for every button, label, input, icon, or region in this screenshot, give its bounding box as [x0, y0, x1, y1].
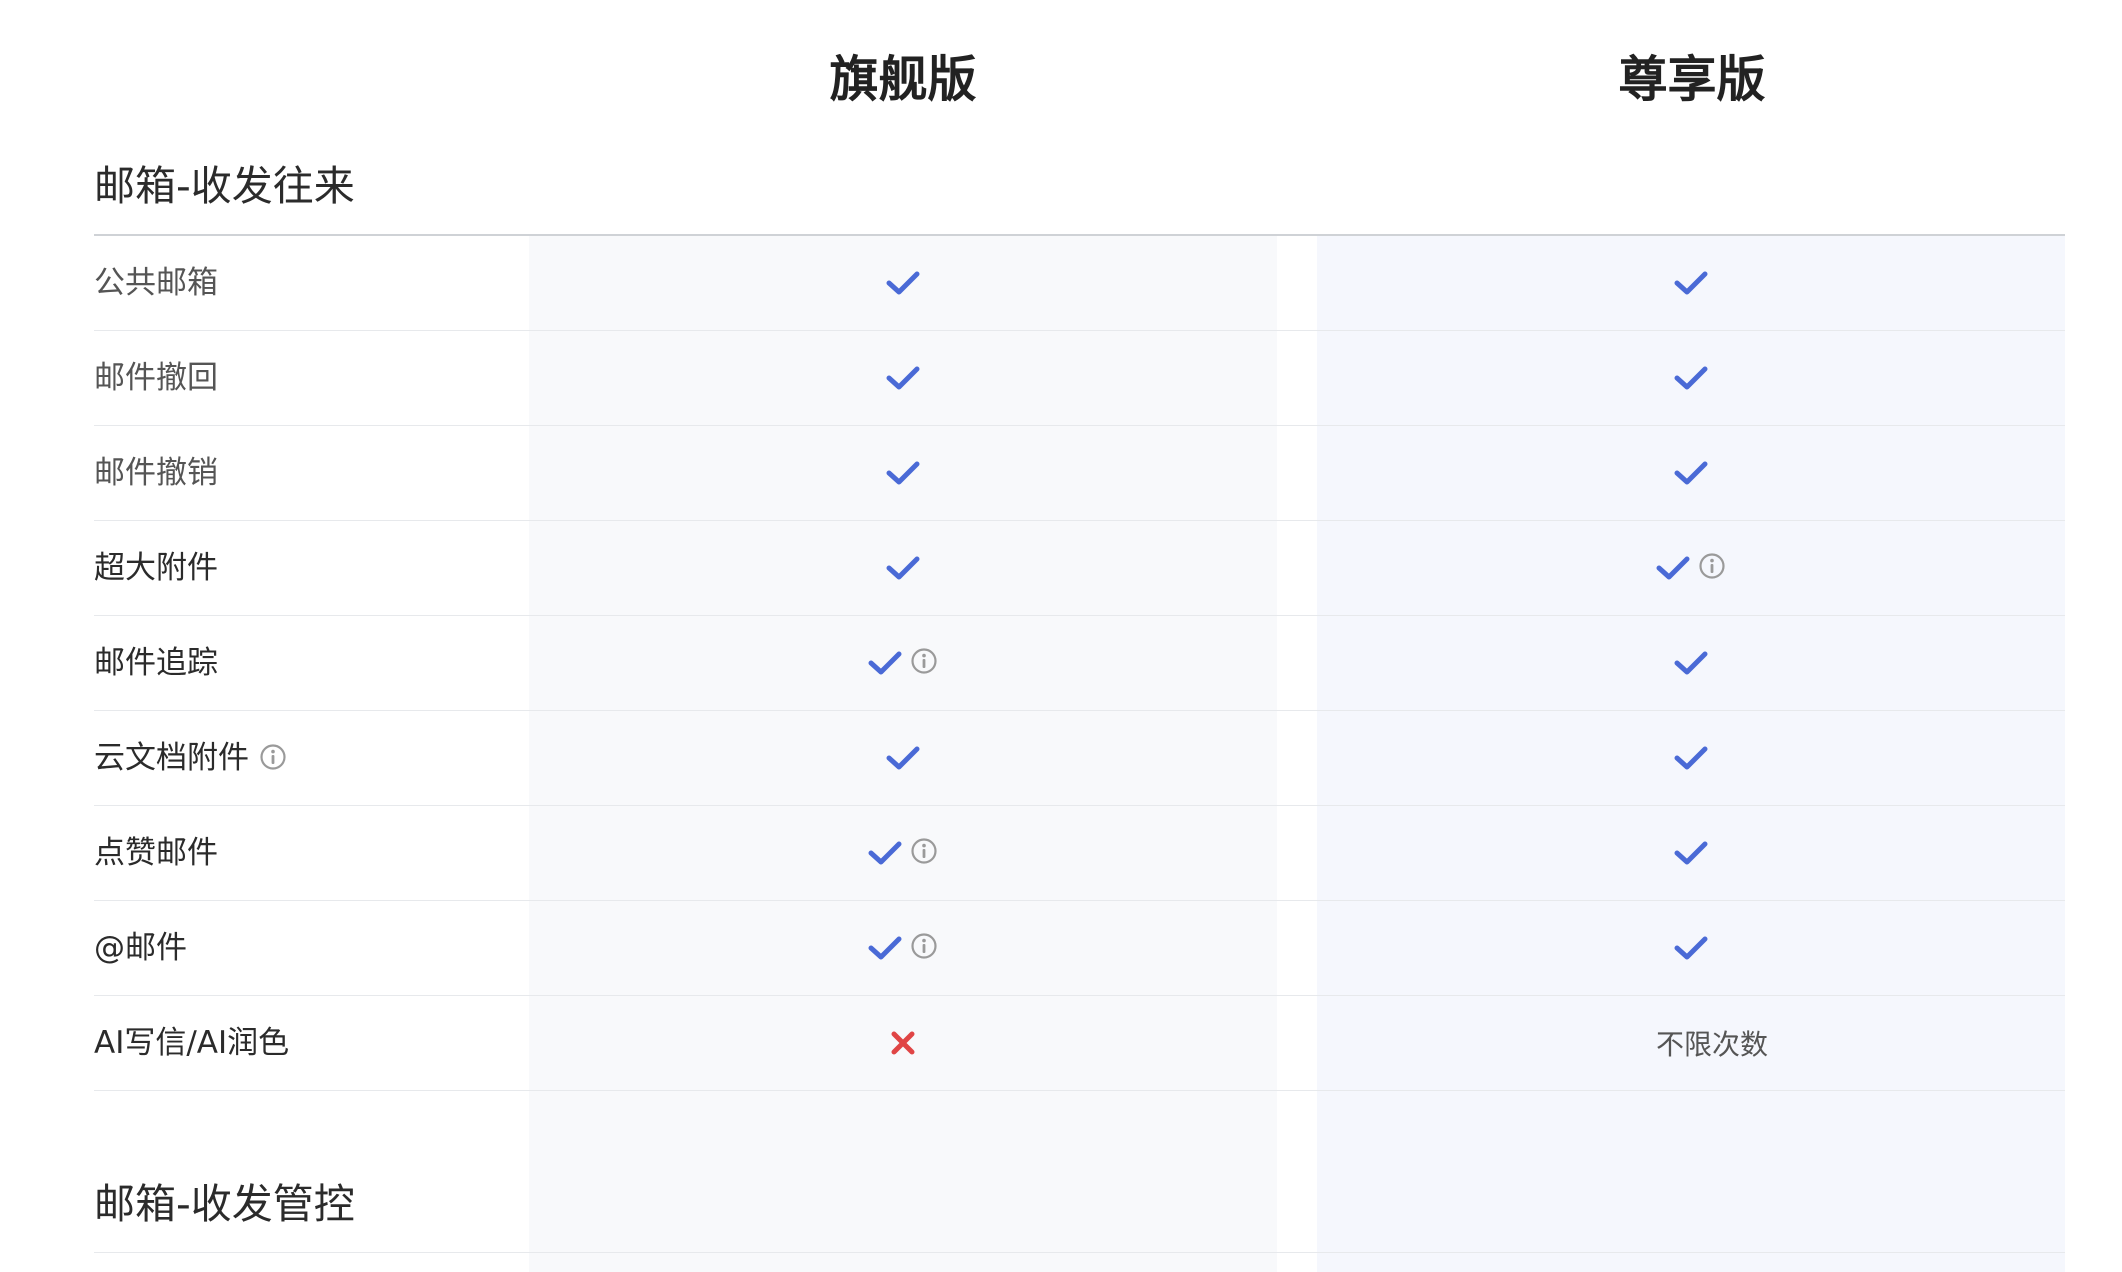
feature-label-text: 邮件撤回: [94, 360, 218, 396]
check-icon: [1656, 555, 1690, 581]
check-icon: [868, 935, 902, 961]
feature-label-text: 点赞邮件: [94, 835, 218, 871]
check-icon: [1674, 270, 1708, 296]
section-divider: [94, 1252, 2065, 1253]
info-icon[interactable]: [910, 837, 938, 865]
cell-premium: 不限次数: [1317, 996, 2065, 1090]
cell-flagship: [529, 616, 1277, 710]
check-icon: [1674, 460, 1708, 486]
feature-label: 点赞邮件: [94, 806, 218, 900]
cell-flagship: [529, 331, 1277, 425]
check-icon: [1674, 745, 1708, 771]
feature-label-text: 云文档附件: [94, 740, 249, 776]
table-row: 公共邮箱: [94, 236, 2065, 331]
feature-label-text: 邮件追踪: [94, 645, 218, 681]
feature-label: 公共邮箱: [94, 236, 218, 330]
check-icon: [1674, 840, 1708, 866]
plan-header-premium: 尊享版: [1618, 51, 1766, 108]
table-row: 邮件撤回: [94, 331, 2065, 426]
info-icon[interactable]: [259, 743, 287, 771]
feature-label: 云文档附件: [94, 711, 287, 805]
cell-premium: [1317, 616, 2065, 710]
table-row: 云文档附件: [94, 711, 2065, 806]
check-icon: [886, 270, 920, 296]
section-title-mail-control: 邮箱-收发管控: [94, 1180, 355, 1228]
feature-label: @邮件: [94, 901, 187, 995]
cell-premium: [1317, 426, 2065, 520]
feature-label-text: @邮件: [94, 930, 187, 966]
cell-premium: [1317, 901, 2065, 995]
check-icon: [886, 555, 920, 581]
table-row: 邮件追踪: [94, 616, 2065, 711]
check-icon: [868, 840, 902, 866]
cell-flagship: [529, 711, 1277, 805]
cell-premium: [1317, 331, 2065, 425]
check-icon: [886, 745, 920, 771]
feature-label-text: 邮件撤销: [94, 455, 218, 491]
cell-premium: [1317, 711, 2065, 805]
check-icon: [868, 650, 902, 676]
check-icon: [1674, 935, 1708, 961]
table-row: 点赞邮件: [94, 806, 2065, 901]
cell-flagship: [529, 236, 1277, 330]
feature-label: 超大附件: [94, 521, 218, 615]
cell-value-text: 不限次数: [1655, 1028, 1768, 1061]
info-icon[interactable]: [910, 647, 938, 675]
cell-flagship: [529, 901, 1277, 995]
plan-header-flagship: 旗舰版: [829, 51, 977, 108]
table-row: 超大附件: [94, 521, 2065, 616]
section-title-mail-exchange: 邮箱-收发往来: [94, 162, 355, 210]
cell-flagship: [529, 426, 1277, 520]
cell-premium: [1317, 521, 2065, 615]
feature-label-text: 公共邮箱: [94, 265, 218, 301]
cell-flagship: [529, 996, 1277, 1090]
feature-table: 公共邮箱邮件撤回邮件撤销超大附件邮件追踪云文档附件点赞邮件 @邮件 AI写信/AI润…: [0, 236, 2122, 1091]
check-icon: [1674, 365, 1708, 391]
feature-label-text: 超大附件: [94, 550, 218, 586]
check-icon: [886, 365, 920, 391]
info-icon[interactable]: [1698, 552, 1726, 580]
table-row: 邮件撤销: [94, 426, 2065, 521]
feature-label: AI写信/AI润色: [94, 996, 289, 1090]
check-icon: [1674, 650, 1708, 676]
check-icon: [886, 460, 920, 486]
feature-label: 邮件撤回: [94, 331, 218, 425]
feature-label-text: AI写信/AI润色: [94, 1025, 290, 1061]
cell-premium: [1317, 236, 2065, 330]
table-row: AI写信/AI润色 不限次数: [94, 996, 2065, 1091]
info-icon[interactable]: [910, 932, 938, 960]
cell-flagship: [529, 521, 1277, 615]
cross-icon: [890, 1030, 916, 1056]
feature-label: 邮件追踪: [94, 616, 218, 710]
table-row: @邮件: [94, 901, 2065, 996]
feature-label: 邮件撤销: [94, 426, 218, 520]
cell-flagship: [529, 806, 1277, 900]
cell-premium: [1317, 806, 2065, 900]
